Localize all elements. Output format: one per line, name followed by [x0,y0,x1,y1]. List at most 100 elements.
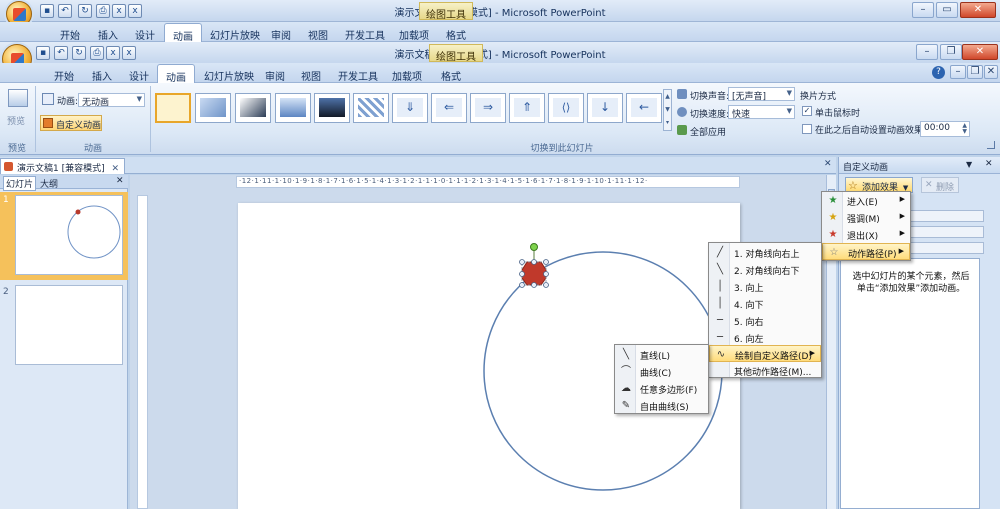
after-checkbox[interactable] [802,124,812,134]
custom-animation-button[interactable]: 自定义动画 [40,115,102,131]
back-window-titlebar: ▪ ↶ ↻ ⎙ x x 演示文稿1 [兼容模式] - Microsoft Pow… [0,0,1000,27]
back-tab-design[interactable]: 设计 [127,23,163,42]
tab-outline[interactable]: 大纲 [40,177,58,190]
transition-dissolve[interactable] [353,93,389,123]
menu-item-down[interactable]: │ 4. 向下 [709,295,821,312]
minimize-button[interactable]: – [916,44,938,60]
transition-fade-black[interactable] [235,93,271,123]
menu-item-more-paths[interactable]: 其他动作路径(M)... [709,362,821,379]
menu-item-curve[interactable]: ⌒ 曲线(C) [615,363,708,380]
restore-button[interactable]: ❐ [940,44,962,60]
close-button[interactable]: ✕ [962,44,998,60]
animation-dropdown[interactable]: 无动画 ▼ [78,93,145,108]
close-icon[interactable]: ✕ [985,159,993,169]
back-tab-addins[interactable]: 加载项 [391,23,437,42]
transition-wipe-right[interactable]: ⇒ [470,93,506,123]
doc-restore-button[interactable]: ❐ [967,65,983,79]
menu-item-entrance[interactable]: ★ 进入(E) ▶ [822,192,910,209]
document-tab[interactable]: 演示文稿1 [兼容模式] ✕ [0,158,126,174]
document-tab-label: 演示文稿1 [兼容模式] [17,164,105,174]
slide-thumbnail-2[interactable] [15,285,123,365]
menu-item-freeform[interactable]: ☁ 任意多边形(F) [615,380,708,397]
sound-dropdown[interactable]: [无声音] ▼ [728,87,795,102]
transition-push-down[interactable]: ↓ [587,93,623,123]
menu-item-draw-custom-path[interactable]: ∿ 绘制自定义路径(D) ▶ [709,345,821,362]
tab-slides[interactable]: 幻灯片 [3,176,37,191]
close-icon[interactable]: ✕ [112,164,120,174]
back-tab-developer[interactable]: 开发工具 [337,23,393,42]
pane-tabs: 幻灯片 大纲 ✕ [0,175,128,191]
menu-item-diagonal-down-right[interactable]: ╲ 2. 对角线向右下 [709,261,821,278]
back-tab-slideshow[interactable]: 幻灯片放映 [202,23,268,42]
after-time-value: 00:00 [924,123,950,133]
speed-dropdown[interactable]: 快速 ▼ [728,105,795,120]
tab-home[interactable]: 开始 [46,64,82,83]
menu-item-left[interactable]: ─ 6. 向左 [709,329,821,346]
close-icon[interactable]: ✕ [116,176,124,186]
menu-item-up[interactable]: │ 3. 向上 [709,278,821,295]
transition-push-left[interactable]: ← [626,93,662,123]
back-tab-view[interactable]: 视图 [300,23,336,42]
apply-all-button[interactable]: 全部应用 [690,125,726,138]
custom-path-icon: ∿ [716,349,726,360]
back-tab-review[interactable]: 审阅 [263,23,299,42]
transition-cut-black-icon [319,98,345,117]
animation-label: 动画: [57,97,79,107]
emphasis-star-icon: ★ [828,212,838,223]
tab-slideshow[interactable]: 幻灯片放映 [196,64,262,83]
remove-button[interactable]: ✕ 删除 [921,177,960,193]
tab-insert[interactable]: 插入 [84,64,120,83]
back-tab-format[interactable]: 格式 [438,23,474,42]
arrow-right-icon: ▶ [898,247,904,255]
preview-button[interactable]: 预览 [4,87,32,131]
menu-item-scribble[interactable]: ✎ 自由曲线(S) [615,397,708,414]
menu-item-line[interactable]: ╲ 直线(L) [615,346,708,363]
on-click-checkbox[interactable]: ✓ [802,106,812,116]
dialog-launcher-icon[interactable] [987,141,995,149]
after-time-input[interactable]: 00:00 ▲ ▼ [920,121,970,137]
vertical-line-icon: │ [716,298,724,309]
animation-list[interactable]: 选中幻灯片的某个元素，然后单击“添加效果”添加动画。 [840,258,980,509]
menu-item-exit[interactable]: ★ 退出(X) ▶ [822,226,910,243]
horizontal-line-icon: ─ [716,315,724,326]
tab-design[interactable]: 设计 [121,64,157,83]
tab-developer[interactable]: 开发工具 [330,64,386,83]
menu-item-right[interactable]: ─ 5. 向右 [709,312,821,329]
tab-addins[interactable]: 加载项 [384,64,430,83]
back-tab-animation[interactable]: 动画 [164,23,202,43]
back-minimize-button[interactable]: – [912,2,934,18]
transition-wipe-left[interactable]: ⇐ [431,93,467,123]
menu-item-diagonal-up-right[interactable]: ╱ 1. 对角线向右上 [709,244,821,261]
tab-review[interactable]: 审阅 [257,64,293,83]
transition-wipe-up[interactable]: ⇑ [509,93,545,123]
transition-fade-smoothly[interactable] [195,93,231,123]
slide-thumbnail-1[interactable] [15,195,123,275]
animation-group-label: 动画 [83,144,102,154]
doc-close-button[interactable]: ✕ [984,65,998,79]
context-tab-drawing-tools[interactable]: 绘图工具 [429,44,483,63]
chevron-down-icon[interactable]: ▼ [966,160,972,169]
custom-animation-label: 自定义动画 [56,121,102,131]
tab-view[interactable]: 视图 [293,64,329,83]
back-context-tab[interactable]: 绘图工具 [419,2,473,21]
tab-format[interactable]: 格式 [433,64,469,83]
transition-wipe-down[interactable]: ⇓ [392,93,428,123]
tab-animation[interactable]: 动画 [157,64,195,84]
back-close-button[interactable]: ✕ [960,2,996,18]
transition-fade-icon [200,98,226,117]
help-icon[interactable]: ? [932,66,945,79]
menu-item-motion-path[interactable]: ☆ 动作路径(P) ▶ [822,243,910,260]
transition-split[interactable]: ⟨⟩ [548,93,584,123]
preview-icon [8,89,28,107]
close-doc-strip-icon[interactable]: ✕ [824,159,832,169]
gallery-scroll[interactable]: ▲ ▼ ▾ [663,89,672,131]
transition-cut[interactable] [275,93,311,123]
doc-minimize-button[interactable]: – [950,65,966,79]
transition-cut-black[interactable] [314,93,350,123]
transition-none[interactable] [155,93,191,123]
back-maximize-button[interactable]: ▭ [936,2,958,18]
menu-item-emphasis[interactable]: ★ 强调(M) ▶ [822,209,910,226]
back-tab-home[interactable]: 开始 [52,23,88,42]
diagonal-up-icon: ╱ [716,247,724,258]
back-tab-insert[interactable]: 插入 [90,23,126,42]
